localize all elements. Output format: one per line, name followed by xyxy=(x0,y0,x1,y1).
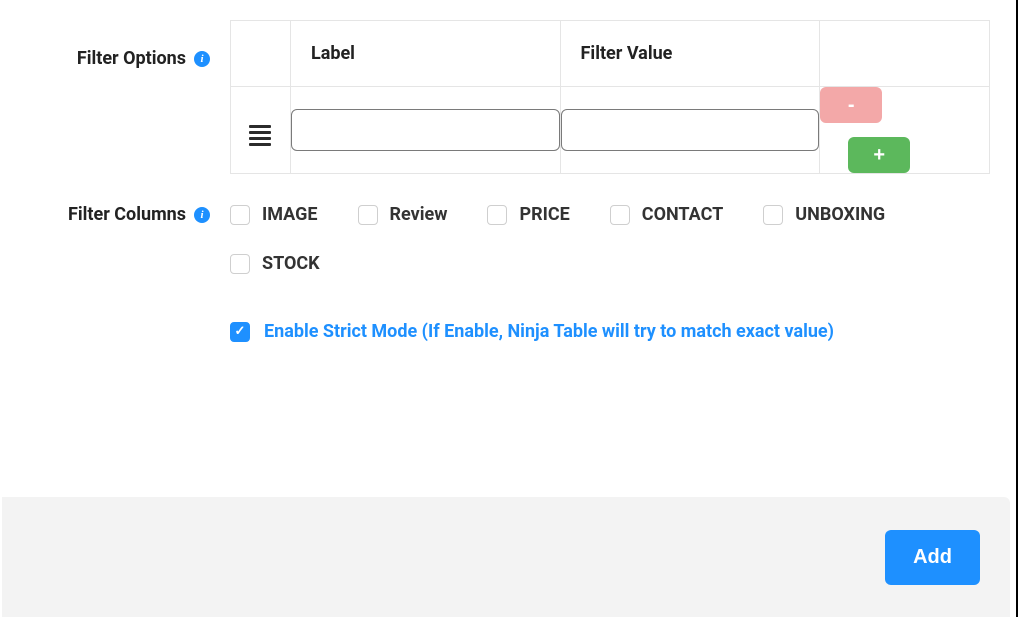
filter-options-label: Filter Options i xyxy=(30,20,230,69)
filter-options-table: Label Filter Value xyxy=(230,20,990,174)
checkbox-label: IMAGE xyxy=(262,204,318,225)
checkbox-box xyxy=(230,205,250,225)
checkbox-box xyxy=(230,254,250,274)
strict-mode-checkbox[interactable]: ✓ Enable Strict Mode (If Enable, Ninja T… xyxy=(230,321,834,342)
drag-handle-icon[interactable] xyxy=(247,123,273,148)
filter-columns-body: IMAGE Review PRICE CONTACT UNBOXING xyxy=(230,204,994,342)
filter-options-body: Label Filter Value xyxy=(230,20,994,174)
filter-options-row-item: - + xyxy=(231,87,990,174)
strict-mode-label: Enable Strict Mode (If Enable, Ninja Tab… xyxy=(264,321,834,342)
filter-columns-label: Filter Columns i xyxy=(30,204,230,225)
remove-row-button[interactable]: - xyxy=(820,87,882,123)
filter-columns-row: Filter Columns i IMAGE Review PRICE xyxy=(30,204,994,342)
col-value-header: Filter Value xyxy=(560,21,820,87)
checkbox-box xyxy=(487,205,507,225)
col-label-header: Label xyxy=(290,21,560,87)
checkbox-label: Review xyxy=(390,204,448,225)
add-button[interactable]: Add xyxy=(885,530,980,585)
info-icon[interactable]: i xyxy=(194,51,210,67)
col-handle-header xyxy=(231,21,291,87)
checkbox-label: CONTACT xyxy=(642,204,723,225)
checkbox-price[interactable]: PRICE xyxy=(487,204,569,225)
checkbox-unboxing[interactable]: UNBOXING xyxy=(763,204,885,225)
filter-options-row: Filter Options i Label Filter Value xyxy=(30,20,994,174)
checkbox-contact[interactable]: CONTACT xyxy=(610,204,723,225)
info-icon[interactable]: i xyxy=(194,207,210,223)
form-body: Filter Options i Label Filter Value xyxy=(0,0,1024,342)
checkbox-label: PRICE xyxy=(519,204,569,225)
checkbox-stock[interactable]: STOCK xyxy=(230,253,320,274)
label-input[interactable] xyxy=(291,109,560,151)
filter-columns-text: Filter Columns xyxy=(68,204,186,225)
checkbox-box xyxy=(763,205,783,225)
filter-columns-checks: IMAGE Review PRICE CONTACT UNBOXING xyxy=(230,204,994,274)
window-border xyxy=(1016,0,1018,617)
checkbox-box: ✓ xyxy=(230,322,250,342)
checkbox-review[interactable]: Review xyxy=(358,204,448,225)
footer: Add xyxy=(2,497,1010,617)
drag-handle-cell xyxy=(231,87,291,174)
checkbox-label: STOCK xyxy=(262,253,320,274)
check-icon: ✓ xyxy=(235,325,246,338)
filter-value-input[interactable] xyxy=(561,109,820,151)
col-actions-header xyxy=(820,21,990,87)
row-actions: - + xyxy=(820,87,989,173)
add-row-button[interactable]: + xyxy=(848,137,910,173)
checkbox-box xyxy=(610,205,630,225)
strict-mode-row: ✓ Enable Strict Mode (If Enable, Ninja T… xyxy=(230,320,994,342)
filter-options-text: Filter Options xyxy=(77,48,186,69)
checkbox-box xyxy=(358,205,378,225)
checkbox-image[interactable]: IMAGE xyxy=(230,204,318,225)
checkbox-label: UNBOXING xyxy=(795,204,885,225)
